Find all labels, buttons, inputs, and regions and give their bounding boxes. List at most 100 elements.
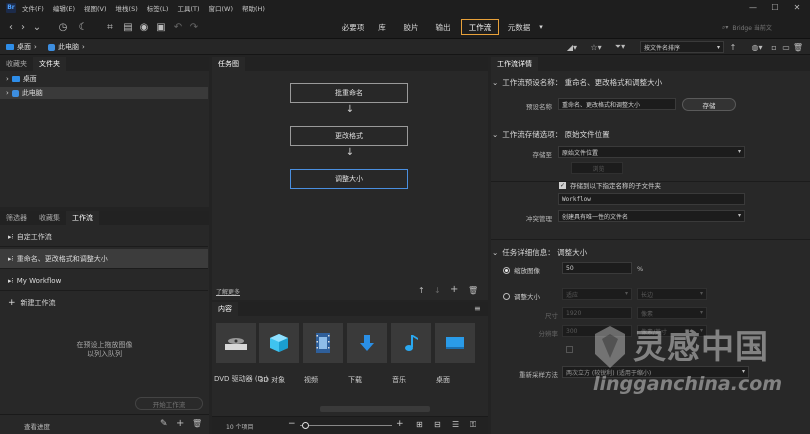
tab-filter[interactable]: 筛选器 bbox=[0, 211, 33, 225]
tree-item-this-pc[interactable]: › 此电脑 bbox=[0, 87, 208, 99]
save-preset-button[interactable]: 存储 bbox=[682, 98, 736, 111]
learn-more-link[interactable]: 了解更多 bbox=[216, 287, 240, 296]
filter-icon[interactable]: ⏷▾ bbox=[610, 40, 630, 54]
back-icon[interactable]: ‹ bbox=[6, 20, 16, 34]
radio-selected-icon[interactable] bbox=[503, 266, 510, 274]
browse-button[interactable]: 浏览 bbox=[571, 162, 623, 174]
recent-history-icon[interactable]: ◷ bbox=[54, 20, 72, 34]
content-item-3d-objects[interactable] bbox=[259, 323, 299, 363]
conflict-select[interactable]: 创建具有唯一性的文件名 ▾ bbox=[558, 210, 745, 222]
resize-fit-select[interactable]: 适应 ▾ bbox=[562, 288, 632, 300]
new-item-icon[interactable]: ▭ bbox=[780, 40, 792, 54]
view-progress-link[interactable]: 查看进度 bbox=[24, 421, 50, 431]
new-folder-icon[interactable]: ◍▾ bbox=[748, 40, 766, 54]
resample-checkbox[interactable] bbox=[566, 346, 573, 353]
content-item-videos[interactable] bbox=[303, 323, 343, 363]
sort-select[interactable]: 按文件名排序 ▾ bbox=[640, 41, 724, 53]
content-item-music[interactable] bbox=[391, 323, 431, 363]
workspace-essentials[interactable]: 必要项 bbox=[336, 19, 370, 35]
tree-item-desktop[interactable]: › 桌面 bbox=[0, 73, 208, 85]
breadcrumb-desktop[interactable]: 桌面 › bbox=[6, 42, 37, 52]
menu-file[interactable]: 文件(F) bbox=[22, 3, 44, 13]
open-recent-icon[interactable]: ▫ bbox=[768, 40, 780, 54]
workspace-libraries[interactable]: 库 bbox=[374, 19, 390, 35]
workspace-metadata[interactable]: 元数据 bbox=[504, 19, 534, 35]
menu-stack[interactable]: 堆栈(S) bbox=[116, 3, 138, 13]
content-item-dvd[interactable] bbox=[216, 323, 256, 363]
open-in-camera-raw-icon[interactable]: ◉ bbox=[138, 20, 150, 34]
refine-icon[interactable]: ▤ bbox=[122, 20, 134, 34]
zoom-out-icon[interactable]: − bbox=[288, 419, 296, 429]
move-down-icon[interactable]: ↓ bbox=[434, 286, 441, 295]
content-item-downloads[interactable] bbox=[347, 323, 387, 363]
trash-icon[interactable]: 🗑 bbox=[792, 40, 804, 54]
boomerang-icon[interactable]: ☾ bbox=[76, 20, 90, 34]
start-workflow-button[interactable]: 开始工作流 bbox=[135, 397, 203, 410]
save-to-select[interactable]: 原始文件位置 ▾ bbox=[558, 146, 745, 158]
workflow-item-custom[interactable]: ▸⁝ 自定工作流 bbox=[0, 227, 208, 247]
resize-radio[interactable]: 调整大小 bbox=[503, 291, 540, 301]
list-view-icon[interactable]: ☰ bbox=[452, 420, 459, 429]
rotate-left-icon[interactable]: ↶ bbox=[172, 20, 184, 34]
preset-name-input[interactable]: 重命名、更改格式和调整大小 bbox=[558, 98, 676, 110]
details-view-icon[interactable]: ⊟ bbox=[434, 420, 441, 429]
horizontal-scrollbar[interactable] bbox=[320, 406, 430, 412]
add-task-icon[interactable]: + bbox=[450, 284, 458, 295]
add-icon[interactable]: + bbox=[176, 418, 184, 429]
chevron-down-icon[interactable]: ⌄ bbox=[30, 20, 44, 34]
radio-unselected-icon[interactable] bbox=[503, 292, 510, 300]
content-item-desktop[interactable] bbox=[435, 323, 475, 363]
maximize-icon[interactable]: ☐ bbox=[764, 0, 786, 15]
minimize-icon[interactable]: — bbox=[742, 0, 764, 15]
resize-edge-select[interactable]: 长边 ▾ bbox=[637, 288, 707, 300]
menu-tools[interactable]: 工具(T) bbox=[177, 3, 199, 13]
trash-icon[interactable]: 🗑 bbox=[468, 286, 478, 295]
sort-ascending-icon[interactable]: ↑ bbox=[728, 40, 738, 54]
workflow-item-rename-resize[interactable]: ▸⁝ 重命名、更改格式和调整大小 bbox=[0, 249, 208, 269]
task-section-title[interactable]: ⌄ 任务详细信息： 调整大小 bbox=[492, 247, 587, 258]
tab-collections[interactable]: 收藏集 bbox=[33, 211, 66, 225]
preset-section-title[interactable]: ⌄ 工作流预设名称： 重命名、更改格式和调整大小 bbox=[492, 77, 662, 88]
tab-workflow[interactable]: 工作流 bbox=[66, 211, 99, 225]
task-resize[interactable]: 调整大小 bbox=[290, 169, 408, 189]
rotate-right-icon[interactable]: ↷ bbox=[188, 20, 200, 34]
workflow-item-my-workflow[interactable]: ▸⁝ My Workflow bbox=[0, 271, 208, 291]
checkmark-icon[interactable]: ✓ bbox=[559, 181, 566, 189]
output-icon[interactable]: ▣ bbox=[155, 20, 167, 34]
tab-content[interactable]: 内容 bbox=[212, 302, 238, 316]
menu-help[interactable]: 帮助(H) bbox=[242, 3, 265, 13]
slider-handle[interactable] bbox=[302, 422, 309, 429]
search-box[interactable]: ⌕▾ Bridge 当前文 bbox=[722, 21, 804, 34]
trash-icon[interactable]: 🗑 bbox=[192, 419, 202, 428]
tab-task-graph[interactable]: 任务图 bbox=[212, 57, 245, 71]
tab-folders[interactable]: 文件夹 bbox=[33, 57, 66, 71]
thumbnail-size-slider[interactable] bbox=[300, 425, 392, 426]
lock-icon[interactable]: ⚿ bbox=[470, 420, 476, 430]
more-workspaces-icon[interactable]: ▾ bbox=[536, 19, 546, 35]
close-icon[interactable]: ✕ bbox=[786, 0, 808, 15]
camera-icon[interactable]: ⌗ bbox=[103, 20, 117, 34]
workspace-filmstrip[interactable]: 胶片 bbox=[398, 19, 424, 35]
storage-section-title[interactable]: ⌄ 工作流存储选项： 原始文件位置 bbox=[492, 129, 610, 140]
star-filter-icon[interactable]: ☆▾ bbox=[586, 40, 606, 54]
search-input[interactable]: Bridge 当前文 bbox=[732, 23, 771, 32]
zoom-in-icon[interactable]: + bbox=[396, 419, 404, 429]
grid-view-icon[interactable]: ⊞ bbox=[416, 420, 423, 429]
panel-menu-icon[interactable]: ≡ bbox=[474, 304, 481, 313]
scale-input[interactable]: 50 bbox=[562, 262, 632, 274]
edit-icon[interactable]: ✎ bbox=[160, 419, 168, 429]
move-up-icon[interactable]: ↑ bbox=[418, 286, 425, 295]
quality-options-icon[interactable]: ◢▾ bbox=[562, 40, 582, 54]
new-workflow-button[interactable]: + 新建工作流 bbox=[0, 293, 208, 313]
tab-workflow-details[interactable]: 工作流详情 bbox=[491, 57, 538, 71]
menu-label[interactable]: 标签(L) bbox=[147, 3, 169, 13]
forward-icon[interactable]: › bbox=[18, 20, 28, 34]
subfolder-name-input[interactable]: Workflow bbox=[558, 193, 745, 205]
workspace-workflow[interactable]: 工作流 bbox=[461, 19, 499, 35]
breadcrumb-this-pc[interactable]: 此电脑 › bbox=[48, 42, 85, 52]
menu-view[interactable]: 视图(V) bbox=[84, 3, 107, 13]
subfolder-checkbox-row[interactable]: ✓ 存储到以下指定名称的子文件夹 bbox=[559, 180, 661, 190]
menu-window[interactable]: 窗口(W) bbox=[208, 3, 233, 13]
menu-edit[interactable]: 编辑(E) bbox=[53, 3, 75, 13]
scale-radio[interactable]: 缩放图像 bbox=[503, 265, 540, 275]
